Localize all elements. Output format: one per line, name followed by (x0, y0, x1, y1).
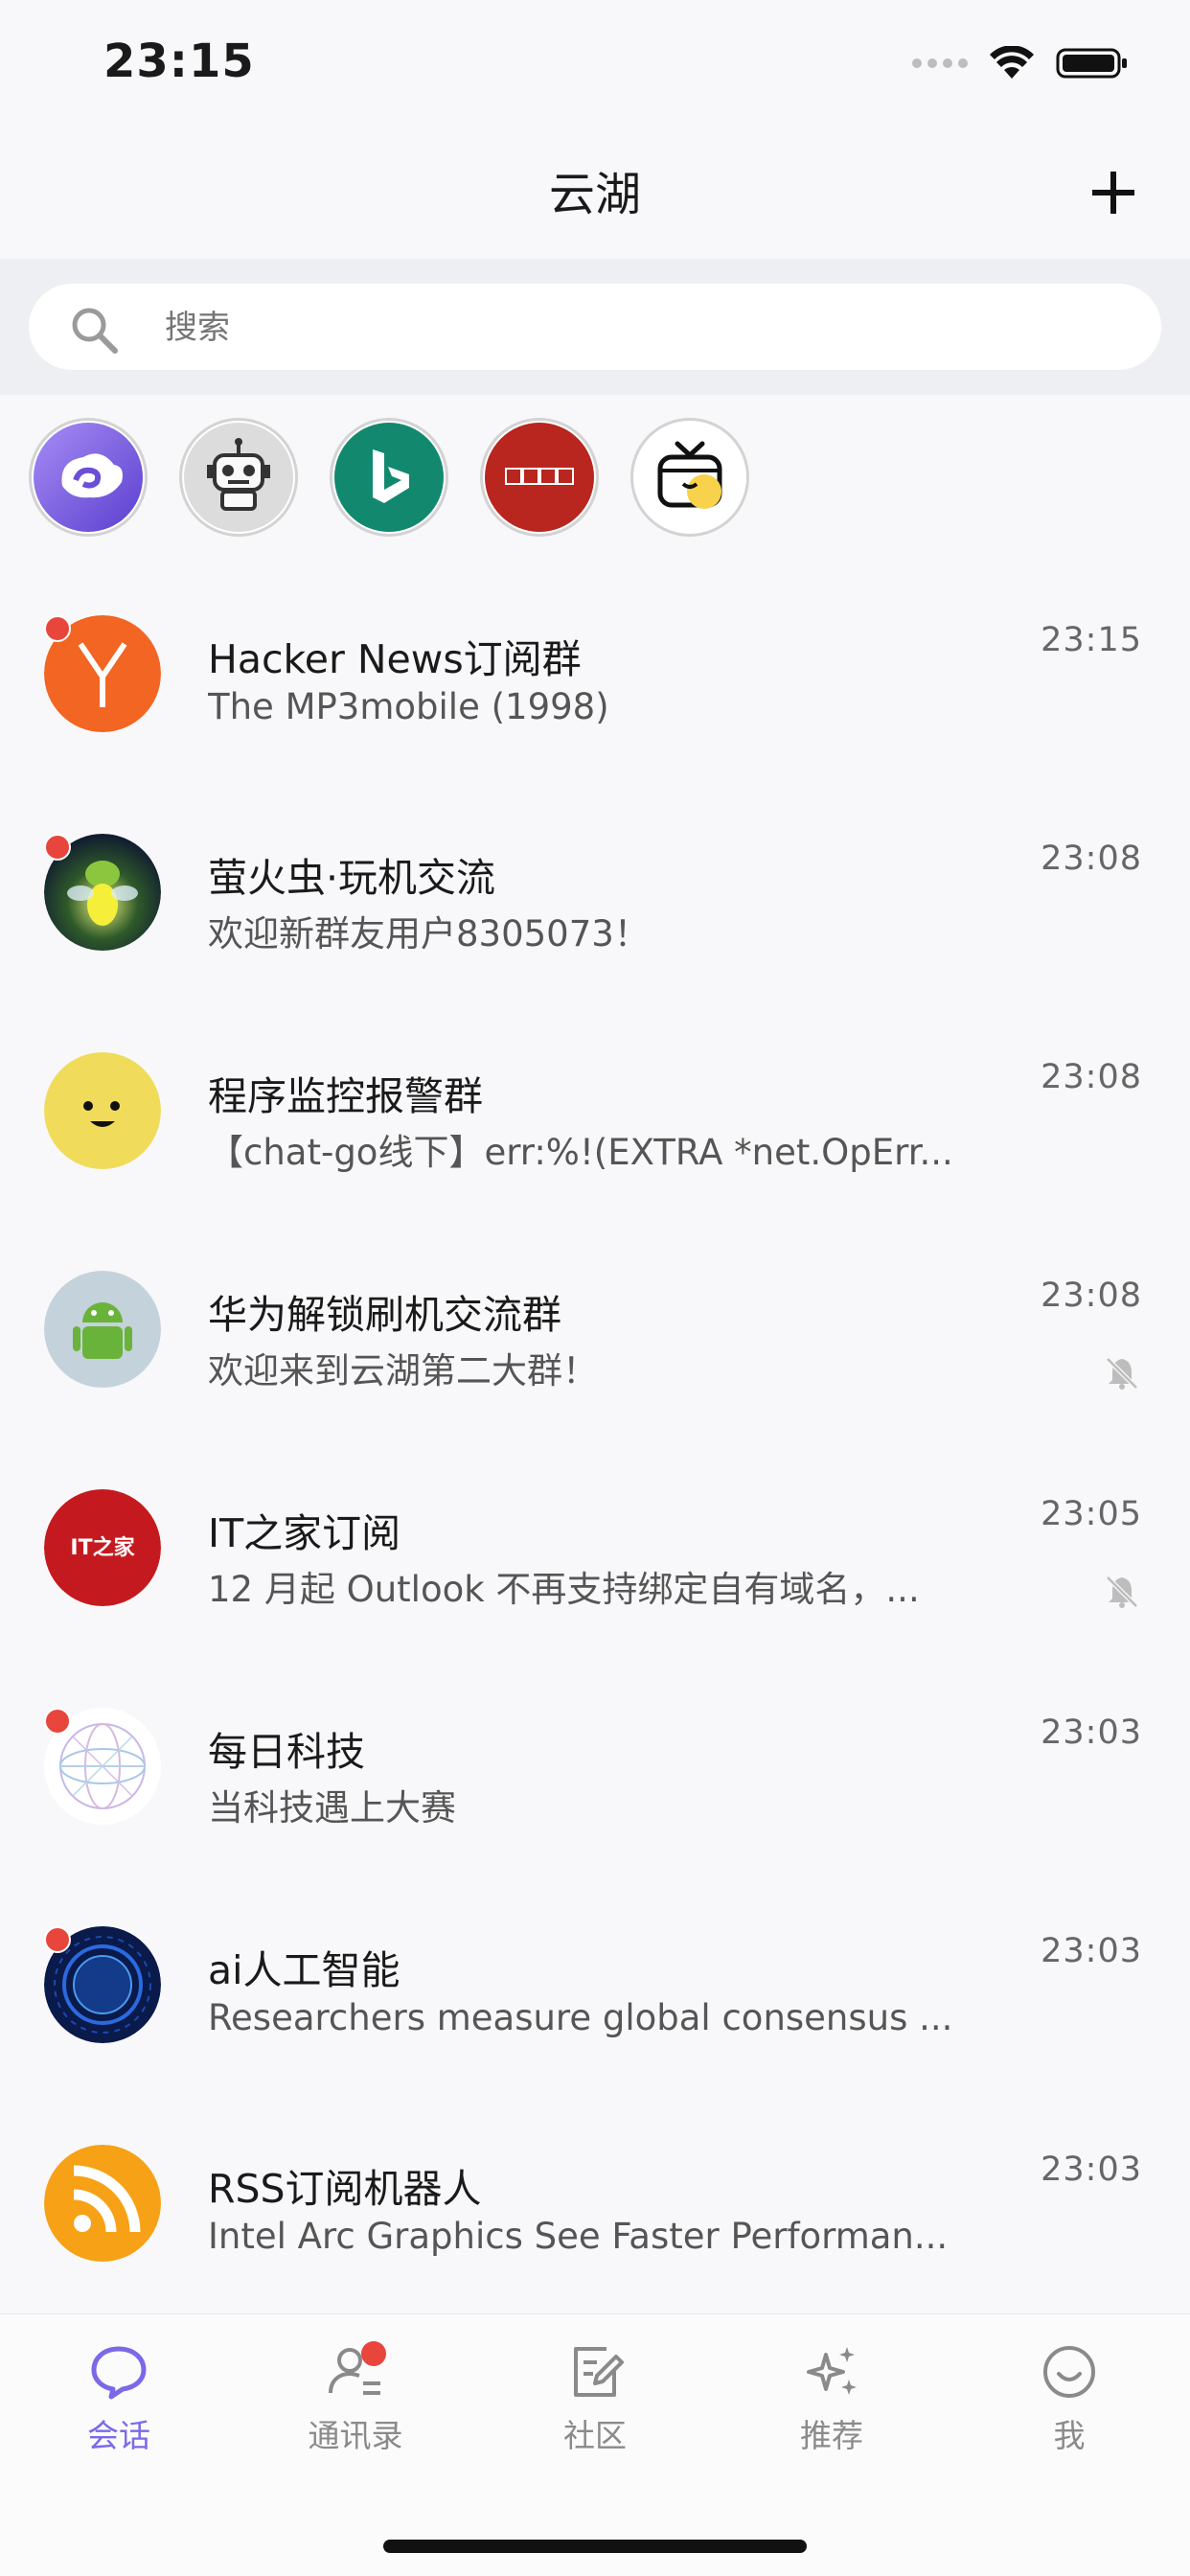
chat-preview: 当科技遇上大赛 (208, 1787, 456, 1828)
add-button[interactable] (1085, 164, 1142, 221)
avatar (44, 1052, 161, 1169)
wifi-icon (990, 46, 1034, 79)
contacts-badge (361, 2341, 386, 2366)
free-movie-icon (485, 423, 594, 532)
search-input[interactable] (165, 303, 1027, 353)
chat-item-daily-tech[interactable]: 每日科技 当科技遇上大赛 23:03 (0, 1668, 1190, 1886)
smiley-icon (44, 1052, 161, 1169)
chat-time: 23:03 (1041, 2150, 1142, 2189)
yunhu-cloud-icon (34, 423, 143, 532)
unread-badge (44, 615, 71, 642)
chat-time: 23:08 (1041, 840, 1142, 878)
chat-time: 23:08 (1041, 1058, 1142, 1096)
chat-name: RSS订阅机器人 (208, 2166, 482, 2212)
cellular-signal-icon (912, 58, 968, 68)
shortcut-bing[interactable] (330, 418, 448, 537)
chat-list: Hacker News订阅群 The MP3mobile (1998) 23:1… (0, 575, 1190, 2323)
tab-label: 会话 (87, 2417, 150, 2454)
chat-preview: Researchers measure global consensus ... (208, 1997, 953, 2038)
chat-name: IT之家订阅 (208, 1510, 401, 1556)
chat-name: ai人工智能 (208, 1947, 400, 1993)
chat-item-ai[interactable]: ai人工智能 Researchers measure global consen… (0, 1886, 1190, 2104)
avatar (44, 1271, 161, 1388)
tab-label: 推荐 (800, 2417, 863, 2454)
tab-label: 我 (1053, 2417, 1086, 2454)
unread-badge (44, 1926, 71, 1953)
battery-icon (1056, 48, 1127, 79)
chat-item-rss[interactable]: RSS订阅机器人 Intel Arc Graphics See Faster P… (0, 2104, 1190, 2323)
chat-time: 23:05 (1041, 1495, 1142, 1533)
status-time: 23:15 (103, 34, 255, 88)
rss-icon (44, 2145, 161, 2262)
shortcut-yunhu[interactable] (29, 418, 148, 537)
chat-name: 每日科技 (208, 1729, 365, 1775)
app-header: 云湖 (0, 129, 1190, 259)
search-area (0, 259, 1190, 395)
shortcut-bar (29, 418, 749, 547)
status-bar: 23:15 (0, 0, 1190, 129)
chat-bubble-icon (91, 2346, 147, 2400)
chat-time: 23:03 (1041, 1714, 1142, 1752)
chat-time: 23:03 (1041, 1932, 1142, 1970)
search-icon (72, 308, 118, 354)
unread-badge (44, 834, 71, 861)
chat-preview: 【chat-go线下】err:%!(EXTRA *net.OpErr... (208, 1132, 953, 1173)
chat-preview: 欢迎来到云湖第二大群！ (208, 1350, 598, 1392)
chat-item-firefly[interactable]: 萤火虫·玩机交流 欢迎新群友用户8305073！ 23:08 (0, 794, 1190, 1012)
shortcut-tv[interactable] (630, 418, 749, 537)
chat-time: 23:08 (1041, 1276, 1142, 1315)
chat-item-monitor-alert[interactable]: 程序监控报警群 【chat-go线下】err:%!(EXTRA *net.OpE… (0, 1012, 1190, 1230)
chat-name: 程序监控报警群 (208, 1073, 483, 1119)
chat-item-hacker-news[interactable]: Hacker News订阅群 The MP3mobile (1998) 23:1… (0, 575, 1190, 794)
edit-note-icon (574, 2347, 624, 2397)
home-indicator (383, 2540, 807, 2553)
avatar (44, 2145, 161, 2262)
unread-badge (44, 1708, 71, 1735)
chat-name: 萤火虫·玩机交流 (208, 855, 496, 901)
tab-label: 通讯录 (308, 2417, 403, 2454)
chat-item-huawei-unlock[interactable]: 华为解锁刷机交流群 欢迎来到云湖第二大群！ 23:08 (0, 1230, 1190, 1449)
tab-me[interactable]: 我 (993, 2341, 1146, 2456)
tab-community[interactable]: 社区 (518, 2341, 672, 2456)
shortcut-robot[interactable] (179, 418, 298, 537)
tab-recommend[interactable]: 推荐 (755, 2341, 908, 2456)
svg-text:IT之家: IT之家 (70, 1535, 135, 1560)
tab-contacts[interactable]: 通讯录 (279, 2341, 432, 2456)
android-icon (44, 1271, 161, 1388)
chat-preview: 欢迎新群友用户8305073！ (208, 913, 650, 954)
page-title: 云湖 (548, 168, 641, 221)
search-bar[interactable] (29, 284, 1161, 370)
tab-label: 社区 (563, 2417, 627, 2454)
avatar: IT之家 (44, 1489, 161, 1606)
status-icons (912, 46, 1129, 80)
mute-bell-icon (1106, 1357, 1138, 1390)
chat-item-it-home[interactable]: IT之家 IT之家订阅 12 月起 Outlook 不再支持绑定自有域名，...… (0, 1449, 1190, 1668)
robot-icon (184, 423, 293, 532)
sparkle-icon (807, 2347, 857, 2395)
chat-preview: The MP3mobile (1998) (208, 686, 609, 727)
it-home-logo-icon: IT之家 (44, 1489, 161, 1606)
chat-preview: 12 月起 Outlook 不再支持绑定自有域名，... (208, 1569, 920, 1610)
tab-chats[interactable]: 会话 (42, 2341, 195, 2456)
chat-name: Hacker News订阅群 (208, 636, 582, 682)
bing-icon (334, 423, 444, 532)
tv-icon (635, 423, 744, 532)
smiley-face-icon (1043, 2346, 1095, 2398)
chat-preview: Intel Arc Graphics See Faster Performan.… (208, 2216, 949, 2257)
mute-bell-icon (1106, 1576, 1138, 1608)
bottom-tab-bar: 会话 通讯录 社区 推荐 我 (0, 2313, 1190, 2576)
chat-time: 23:15 (1041, 621, 1142, 659)
shortcut-free-movie[interactable] (480, 418, 599, 537)
chat-name: 华为解锁刷机交流群 (208, 1292, 561, 1338)
